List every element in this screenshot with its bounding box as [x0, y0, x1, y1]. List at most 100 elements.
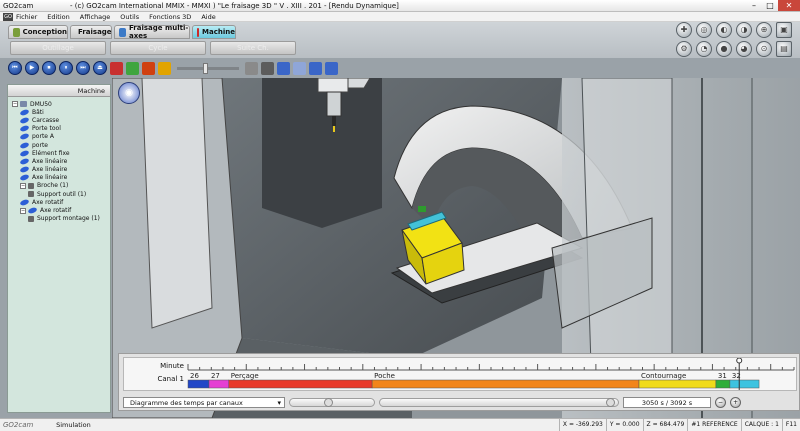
cycle-button[interactable]: Cycle: [110, 41, 206, 55]
tool-icon[interactable]: [126, 61, 139, 75]
tree-node[interactable]: Support montage (1): [8, 215, 110, 223]
coord-z: Z = 684.479: [642, 419, 688, 431]
tree-node-label: Broche (1): [37, 182, 69, 190]
tree-node-label: Axe linéaire: [32, 166, 68, 174]
timeline-panel: Minute Canal 1 26 27 Perçage Poche Contourna…: [118, 353, 800, 411]
tab-conception[interactable]: Conception: [8, 25, 68, 39]
shade-view-icon[interactable]: ◐: [716, 22, 732, 38]
tree-node[interactable]: Axe linéaire: [8, 165, 110, 174]
forward-button[interactable]: ⏭: [76, 61, 90, 75]
machine-part-icon: [19, 141, 30, 149]
minimize-button[interactable]: –: [746, 0, 762, 11]
tree-node[interactable]: − Axe rotatif: [8, 206, 110, 215]
tree-node[interactable]: porte: [8, 141, 110, 149]
coord-x: X = -369.293: [558, 419, 606, 431]
tree-node-label: Elément fixe: [32, 149, 70, 157]
operation-segment[interactable]: [371, 379, 640, 389]
simulation-toolbar: ⏮ ▶ ⏹ ⏸ ⏭ ⏏: [0, 58, 360, 78]
tree-node[interactable]: Carcasse: [8, 116, 110, 125]
tree-node-label: DMU50: [30, 100, 52, 108]
speed-slider-thumb[interactable]: [203, 62, 208, 74]
operation-segment[interactable]: [715, 379, 731, 389]
timeline-chart[interactable]: 26 27 Perçage Poche Contournage 31 32: [124, 358, 798, 392]
zoom-in-button[interactable]: +: [730, 396, 741, 408]
layer[interactable]: CALQUE : 1: [740, 419, 782, 431]
pause-button[interactable]: ⏸: [59, 61, 73, 75]
speed-slider[interactable]: [177, 62, 239, 74]
play-button[interactable]: ▶: [25, 61, 39, 75]
machine-part-icon: [19, 124, 30, 133]
menu-aide[interactable]: Aide: [201, 13, 215, 21]
machine-part-icon: [19, 157, 30, 166]
wire-cube-icon[interactable]: [261, 61, 274, 75]
solid-icon[interactable]: ●: [716, 41, 732, 57]
layer-icon[interactable]: ▣: [776, 22, 792, 38]
timeline-cursor-handle[interactable]: [736, 358, 743, 364]
toolpath-icon[interactable]: [309, 61, 322, 75]
view-cube-icon[interactable]: ◉: [118, 82, 140, 104]
tree-node[interactable]: Support outil (1): [8, 190, 110, 198]
suite-ch-button[interactable]: Suite Ch.: [210, 41, 296, 55]
operation-segment[interactable]: [187, 379, 210, 389]
operation-segment[interactable]: [729, 379, 760, 389]
solid-cube-icon[interactable]: [245, 61, 258, 75]
tab-fraisage-multi-axes[interactable]: Fraisage multi-axes: [114, 24, 190, 40]
operation-segment[interactable]: [228, 379, 373, 389]
tab-fraisage[interactable]: Fraisage: [70, 25, 112, 39]
menu-edition[interactable]: Edition: [47, 13, 70, 21]
maximize-button[interactable]: □: [762, 0, 778, 11]
close-button[interactable]: ✕: [778, 0, 800, 11]
stop-button[interactable]: ⏹: [42, 61, 56, 75]
tree-node[interactable]: Porte tool: [8, 124, 110, 133]
zoom-slider-thumb[interactable]: [324, 397, 334, 407]
zoom-in-icon[interactable]: ⊕: [756, 22, 772, 38]
tree-node[interactable]: Axe rotatif: [8, 198, 110, 207]
rewind-button[interactable]: ⏮: [8, 61, 22, 75]
tool-holder: [332, 116, 336, 126]
dynamic-view-icon[interactable]: [277, 61, 290, 75]
tree-node[interactable]: Axe linéaire: [8, 173, 110, 182]
hidden-line-icon[interactable]: ◑: [736, 22, 752, 38]
tree-node[interactable]: porte A: [8, 132, 110, 141]
tree-node-label: Porte tool: [32, 125, 61, 133]
cut-material-icon[interactable]: [158, 61, 171, 75]
expand-toggle-icon[interactable]: −: [20, 182, 26, 189]
reference[interactable]: #1 REFERENCE: [687, 419, 740, 431]
expand-toggle-icon[interactable]: −: [20, 207, 26, 214]
operation-segment[interactable]: [208, 379, 230, 389]
machine-part-icon: [19, 116, 30, 125]
expand-toggle-icon[interactable]: −: [12, 101, 18, 108]
tree-node-label: porte A: [32, 133, 55, 141]
zoom-out-button[interactable]: −: [715, 396, 726, 408]
wireframe-icon[interactable]: ◕: [736, 41, 752, 57]
speed-gauge-icon[interactable]: [142, 61, 155, 75]
zoom-slider[interactable]: [289, 397, 375, 407]
target-icon[interactable]: ⊙: [756, 41, 772, 57]
menu-affichage[interactable]: Affichage: [80, 13, 111, 21]
half-shade-icon[interactable]: ◔: [696, 41, 712, 57]
menu-fichier[interactable]: Fichier: [16, 13, 37, 21]
tree-node[interactable]: Bâti: [8, 108, 110, 117]
tree-node[interactable]: − Broche (1): [8, 182, 110, 190]
eject-button[interactable]: ⏏: [93, 61, 107, 75]
view-toolbar: ✚ ◎ ◐ ◑ ⊕ ▣ ⚙ ◔ ● ◕ ⊙ ▤: [676, 22, 800, 60]
operation-segment[interactable]: [638, 379, 717, 389]
menu-fonctions-3d[interactable]: Fonctions 3D: [149, 13, 191, 21]
gallery-icon[interactable]: ▤: [776, 41, 792, 57]
tab-label: Machine: [202, 28, 235, 36]
menu-outils[interactable]: Outils: [120, 13, 139, 21]
tree-node[interactable]: − DMU50: [8, 100, 110, 108]
progress-slider-thumb[interactable]: [605, 397, 615, 407]
settings-icon[interactable]: ⚙: [676, 41, 692, 57]
tree-node[interactable]: Axe linéaire: [8, 157, 110, 166]
diagram-select[interactable]: Diagramme des temps par canaux: [123, 396, 285, 408]
tree-node[interactable]: Elément fixe: [8, 149, 110, 158]
settings-icon[interactable]: [325, 61, 338, 75]
outillage-button[interactable]: Outillage: [10, 41, 106, 55]
collision-icon[interactable]: [293, 61, 306, 75]
tab-machine[interactable]: Machine: [192, 25, 236, 39]
machine-view-icon[interactable]: [110, 61, 123, 75]
rotate-view-icon[interactable]: ◎: [696, 22, 712, 38]
zoom-fit-icon[interactable]: ✚: [676, 22, 692, 38]
progress-slider[interactable]: [379, 397, 619, 407]
